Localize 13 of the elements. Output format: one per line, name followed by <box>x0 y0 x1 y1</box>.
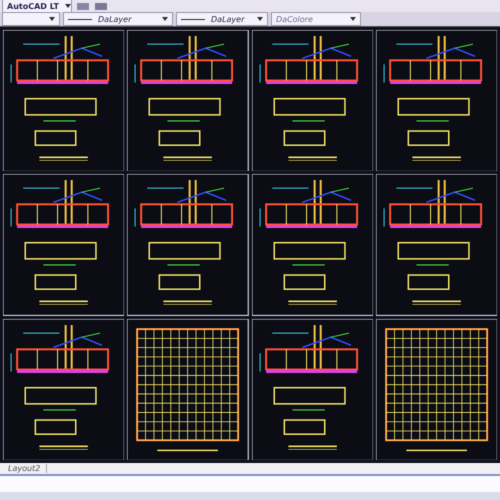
layout-tab[interactable]: Layout2 <box>2 464 48 474</box>
caret-icon <box>49 17 55 21</box>
caret-icon <box>350 17 356 21</box>
linetype-dropdown[interactable]: DaLayer <box>63 12 173 26</box>
caret-icon <box>162 17 168 21</box>
color-dropdown[interactable]: DaColore <box>271 12 361 26</box>
toolbar-icon[interactable] <box>76 2 90 10</box>
dropdown[interactable] <box>2 12 60 26</box>
caret-icon <box>64 4 71 8</box>
toolbar-icon[interactable] <box>94 2 108 10</box>
workspace-dropdown[interactable]: AutoCAD LT <box>2 0 72 13</box>
caret-icon <box>257 17 263 21</box>
lineweight-dropdown[interactable]: DaLayer <box>176 12 268 26</box>
